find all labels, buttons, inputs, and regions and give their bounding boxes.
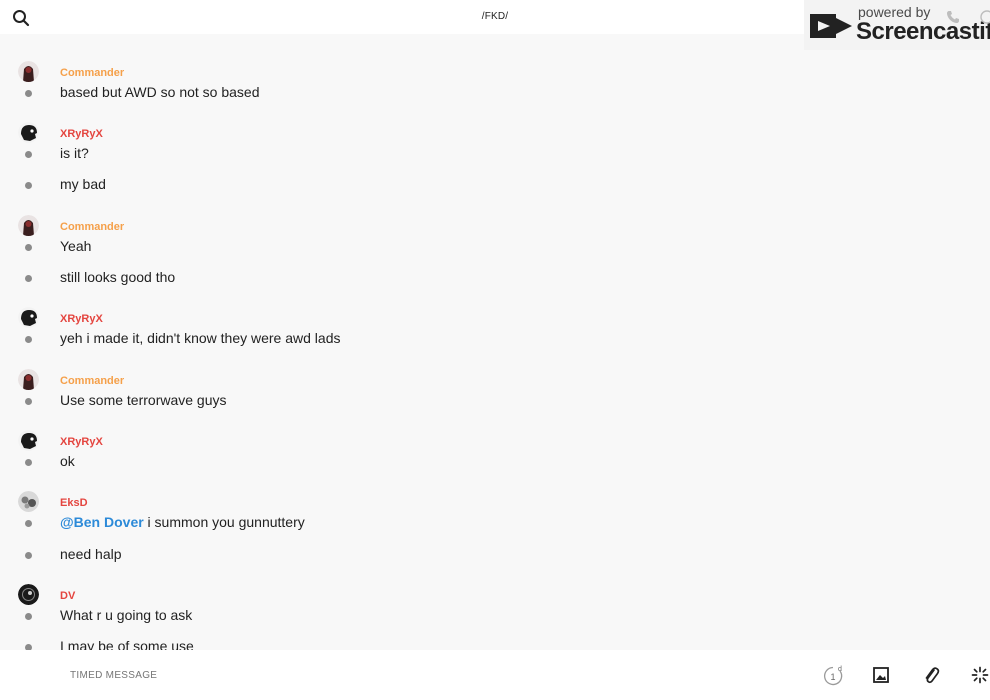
user-mention[interactable]: @Ben Dover [60, 514, 144, 530]
image-icon[interactable] [872, 666, 890, 684]
avatar[interactable] [18, 122, 39, 143]
message-text: Use some terrorwave guys [60, 392, 227, 408]
message-row: need halp [0, 546, 990, 566]
message-text: need halp [60, 546, 122, 562]
message-text: my bad [60, 176, 106, 192]
avatar[interactable] [18, 215, 39, 236]
phone-icon[interactable] [946, 10, 960, 24]
message-text: still looks good tho [60, 269, 176, 285]
message-author[interactable]: XRyRyX [60, 128, 103, 140]
avatar[interactable] [18, 307, 39, 328]
message-bullet-icon [25, 336, 32, 343]
message-row: my bad [0, 176, 990, 196]
message-input[interactable] [68, 669, 672, 682]
paperclip-icon[interactable] [922, 665, 940, 685]
message-bullet-icon [25, 520, 32, 527]
message-row: What r u going to ask [0, 607, 990, 627]
message-text: Yeah [60, 238, 92, 254]
message-bullet-icon [25, 398, 32, 405]
message-bullet-icon [25, 275, 32, 282]
message-author[interactable]: Commander [60, 67, 124, 79]
message-text: yeh i made it, didn't know they were awd… [60, 330, 341, 346]
message-bullet-icon [25, 552, 32, 559]
message-text-body: i summon you gunnuttery [143, 514, 305, 530]
message-text: is it? [60, 145, 89, 161]
message-row: Yeah [0, 238, 990, 258]
timer-value: 1 [831, 672, 836, 682]
message-row: I may be of some use [0, 638, 990, 650]
message-row: @Ben Dover i summon you gunnuttery [0, 514, 990, 534]
message-bullet-icon [25, 244, 32, 251]
message-bullet-icon [25, 459, 32, 466]
message-row: yeh i made it, didn't know they were awd… [0, 330, 990, 350]
message-bullet-icon [25, 182, 32, 189]
message-bullet-icon [25, 613, 32, 620]
avatar[interactable] [18, 491, 39, 512]
message-text: I may be of some use [60, 638, 194, 650]
message-row: Use some terrorwave guys [0, 392, 990, 412]
message-text: What r u going to ask [60, 607, 193, 623]
message-text: ok [60, 453, 75, 469]
message-author[interactable]: Commander [60, 221, 124, 233]
message-text: based but AWD so not so based [60, 84, 260, 100]
message-list: Commander based but AWD so not so based … [0, 34, 990, 650]
message-author[interactable]: DV [60, 590, 75, 602]
info-icon[interactable] [980, 10, 990, 24]
composer-bar: 1 d [0, 650, 990, 700]
message-row: is it? [0, 145, 990, 165]
avatar[interactable] [18, 430, 39, 451]
message-author[interactable]: EksD [60, 497, 88, 509]
message-bullet-icon [25, 151, 32, 158]
message-row: ok [0, 453, 990, 473]
message-row: based but AWD so not so based [0, 84, 990, 104]
avatar[interactable] [18, 369, 39, 390]
sparkle-icon[interactable] [971, 666, 989, 684]
message-bullet-icon [25, 90, 32, 97]
timer-unit: d [838, 666, 842, 673]
message-author[interactable]: XRyRyX [60, 436, 103, 448]
message-text: @Ben Dover i summon you gunnuttery [60, 514, 305, 530]
message-author[interactable]: XRyRyX [60, 313, 103, 325]
timer-icon[interactable]: 1 d [822, 665, 844, 687]
message-author[interactable]: Commander [60, 375, 124, 387]
message-row: still looks good tho [0, 269, 990, 289]
avatar[interactable] [18, 61, 39, 82]
avatar[interactable] [18, 584, 39, 605]
